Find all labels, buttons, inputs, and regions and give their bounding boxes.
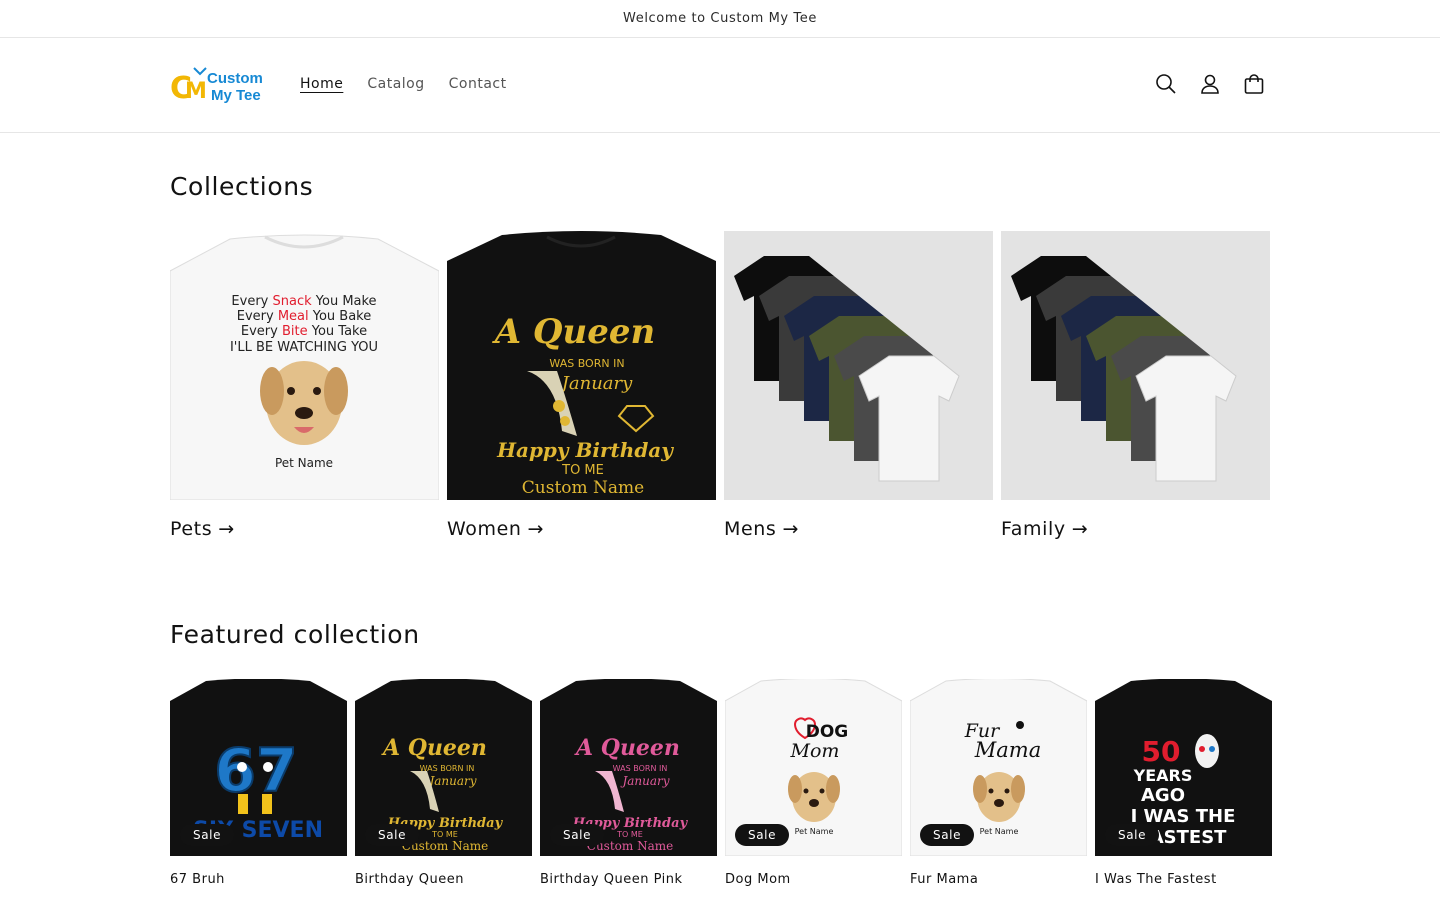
svg-text:AGO: AGO [1141, 785, 1185, 806]
svg-text:Mama: Mama [974, 738, 1041, 762]
collection-link-mens[interactable]: Mens → [724, 518, 993, 540]
svg-text:50: 50 [1142, 735, 1181, 768]
collection-image-family [1001, 231, 1270, 500]
store-logo[interactable]: C M Custom My Tee [170, 66, 263, 106]
svg-text:Every Snack You Make: Every Snack You Make [231, 294, 376, 309]
collection-link-pets[interactable]: Pets → [170, 518, 439, 540]
collection-card-women[interactable]: A Queen WAS BORN IN January Happy Birthd… [447, 231, 716, 540]
product-title[interactable]: Fur Mama [910, 872, 1087, 887]
announcement-text: Welcome to Custom My Tee [623, 11, 817, 26]
product-title[interactable]: Birthday Queen Pink [540, 872, 717, 887]
arrow-right-icon: → [527, 518, 545, 540]
site-header: C M Custom My Tee Home Catalog Contact [0, 38, 1440, 133]
product-card[interactable]: DOG Mom Pet Name Sale Dog Mom [725, 679, 902, 887]
collection-card-mens[interactable]: Mens → [724, 231, 993, 540]
logo-line1: Custom [207, 70, 262, 87]
product-image: A Queen WAS BORN IN January Happy Birthd… [355, 679, 532, 856]
header-icons [1150, 68, 1270, 100]
announcement-bar: Welcome to Custom My Tee [0, 0, 1440, 38]
collection-card-pets[interactable]: Every Snack You Make Every Meal You Bake… [170, 231, 439, 540]
product-card[interactable]: 67 SIX SEVEN Sale 67 Bruh [170, 679, 347, 887]
svg-text:January: January [426, 774, 476, 788]
svg-text:Custom Name: Custom Name [522, 478, 644, 498]
arrow-right-icon: → [218, 518, 235, 540]
product-card[interactable]: A Queen WAS BORN IN January Happy Birthd… [540, 679, 717, 887]
collection-link-women[interactable]: Women → [447, 518, 716, 540]
svg-text:WAS BORN IN: WAS BORN IN [420, 764, 475, 773]
product-image: Fur Mama Pet Name Sale [910, 679, 1087, 856]
cart-icon[interactable] [1238, 68, 1270, 100]
arrow-right-icon: → [1071, 518, 1089, 540]
svg-text:Pet Name: Pet Name [980, 827, 1019, 836]
svg-text:Pet Name: Pet Name [795, 827, 834, 836]
sale-badge: Sale [550, 824, 605, 846]
nav-home[interactable]: Home [300, 76, 343, 92]
svg-text:DOG: DOG [806, 722, 849, 742]
collection-link-family[interactable]: Family → [1001, 518, 1270, 540]
svg-text:January: January [619, 774, 669, 788]
product-image: DOG Mom Pet Name Sale [725, 679, 902, 856]
product-title[interactable]: Birthday Queen [355, 872, 532, 887]
featured-grid: 67 SIX SEVEN Sale 67 Bruh A Queen WAS BO… [170, 679, 1272, 887]
svg-text:Every Meal You Bake: Every Meal You Bake [237, 309, 372, 324]
collection-image-mens [724, 231, 993, 500]
product-card[interactable]: Fur Mama Pet Name Sale Fur Mama [910, 679, 1087, 887]
svg-text:A Queen: A Queen [492, 312, 656, 352]
svg-text:Every Bite You Take: Every Bite You Take [241, 324, 367, 339]
svg-text:67: 67 [214, 736, 298, 806]
sale-badge: Sale [180, 824, 235, 846]
search-icon[interactable] [1150, 68, 1182, 100]
svg-text:WAS BORN IN: WAS BORN IN [613, 764, 668, 773]
product-image: 50 YEARS AGO I WAS THE FASTEST Sale [1095, 679, 1272, 856]
sale-badge: Sale [920, 824, 975, 846]
svg-text:Happy Birthday: Happy Birthday [496, 438, 674, 462]
collection-card-family[interactable]: Family → [1001, 231, 1270, 540]
product-card[interactable]: 50 YEARS AGO I WAS THE FASTEST Sale I Wa… [1095, 679, 1272, 887]
sale-badge: Sale [1105, 824, 1160, 846]
sale-badge: Sale [365, 824, 420, 846]
svg-text:Pet Name: Pet Name [275, 456, 333, 470]
svg-text:M: M [185, 79, 207, 104]
svg-text:Mom: Mom [790, 740, 840, 762]
svg-text:January: January [558, 373, 633, 394]
main-nav: Home Catalog Contact [300, 76, 507, 92]
svg-text:TO ME: TO ME [561, 463, 604, 478]
product-image: 67 SIX SEVEN Sale [170, 679, 347, 856]
nav-catalog[interactable]: Catalog [367, 76, 424, 92]
collections-grid: Every Snack You Make Every Meal You Bake… [170, 231, 1270, 540]
svg-text:WAS BORN IN: WAS BORN IN [549, 357, 624, 370]
svg-text:YEARS: YEARS [1133, 766, 1193, 785]
product-title[interactable]: Dog Mom [725, 872, 902, 887]
product-image: A Queen WAS BORN IN January Happy Birthd… [540, 679, 717, 856]
product-card[interactable]: A Queen WAS BORN IN January Happy Birthd… [355, 679, 532, 887]
nav-contact[interactable]: Contact [449, 76, 507, 92]
collection-image-pets: Every Snack You Make Every Meal You Bake… [170, 231, 439, 500]
svg-text:A Queen: A Queen [574, 735, 680, 761]
sale-badge: Sale [735, 824, 790, 846]
arrow-right-icon: → [782, 518, 799, 540]
svg-text:I'LL BE WATCHING YOU: I'LL BE WATCHING YOU [230, 340, 378, 355]
product-title[interactable]: I Was The Fastest [1095, 872, 1272, 887]
svg-text:TO ME: TO ME [616, 830, 643, 839]
logo-line2: My Tee [211, 87, 261, 104]
account-icon[interactable] [1194, 68, 1226, 100]
product-title[interactable]: 67 Bruh [170, 872, 347, 887]
featured-title: Featured collection [170, 620, 420, 649]
svg-text:A Queen: A Queen [381, 735, 487, 761]
collections-title: Collections [170, 172, 314, 201]
svg-text:TO ME: TO ME [431, 830, 458, 839]
collection-image-women: A Queen WAS BORN IN January Happy Birthd… [447, 231, 716, 500]
